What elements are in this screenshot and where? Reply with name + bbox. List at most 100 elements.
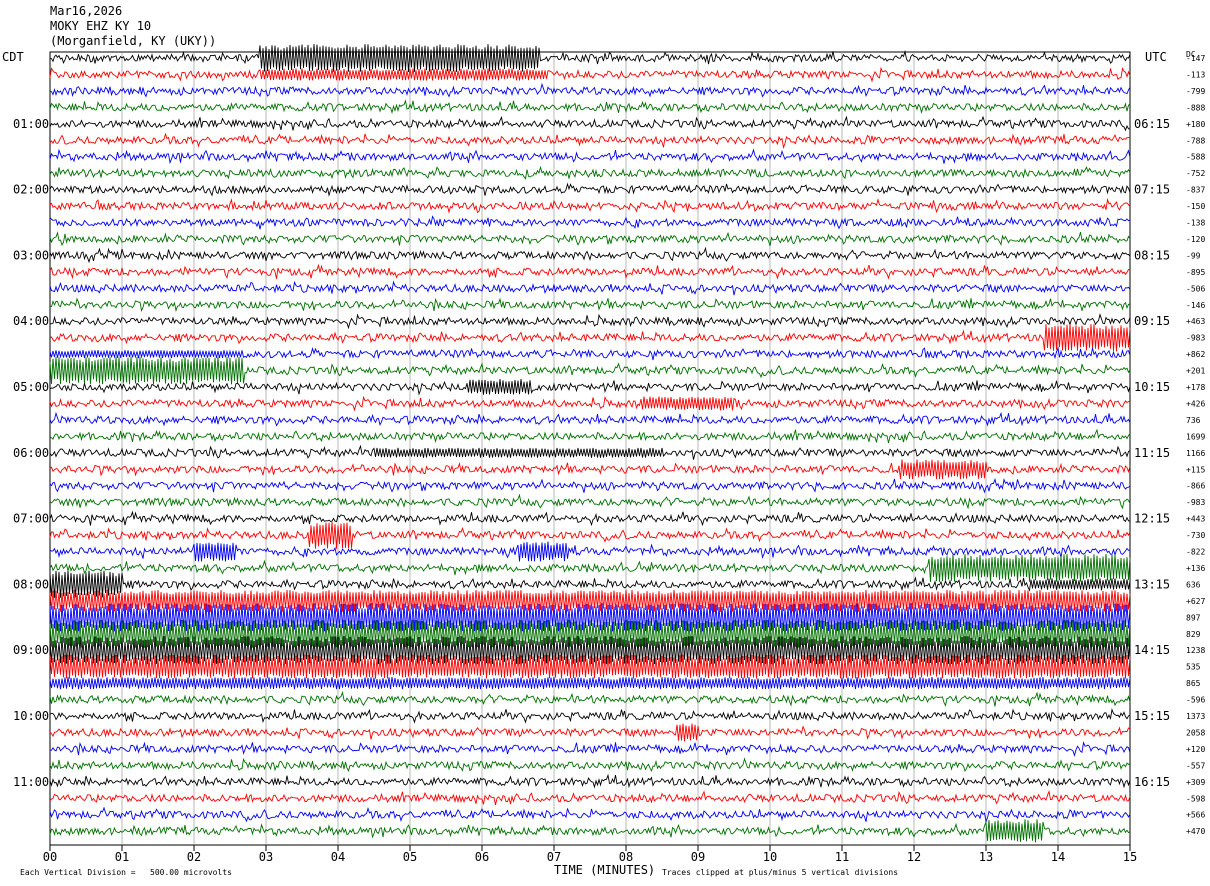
trace-27 bbox=[49, 477, 1131, 494]
trace-32 bbox=[49, 553, 1131, 582]
helicorder-plot: 00 01 02 03 04 05 06 07 08 09 10 11 12 13 14 15-147-113… bbox=[13, 44, 1205, 864]
trace-7 bbox=[49, 148, 1131, 165]
utc-hour-label: 07:15 bbox=[1134, 183, 1170, 197]
x-tick-label: 07 bbox=[547, 850, 561, 864]
dc-offset-label: 1373 bbox=[1186, 712, 1205, 721]
x-tick-label: 12 bbox=[907, 850, 921, 864]
trace-29 bbox=[49, 510, 1131, 527]
dc-offset-label: -113 bbox=[1186, 70, 1205, 79]
x-tick-label: 04 bbox=[331, 850, 345, 864]
dc-offset-label: +120 bbox=[1186, 745, 1205, 754]
trace-9 bbox=[49, 182, 1131, 197]
dc-offset-label: -596 bbox=[1186, 696, 1205, 705]
trace-17 bbox=[49, 312, 1131, 330]
dc-offset-label: 1166 bbox=[1186, 449, 1205, 458]
x-tick-label: 08 bbox=[619, 850, 633, 864]
dc-offset-label: +136 bbox=[1186, 564, 1205, 573]
dc-offset-label: -888 bbox=[1186, 103, 1205, 112]
dc-offset-label: -983 bbox=[1186, 498, 1205, 507]
x-axis-title: TIME (MINUTES) bbox=[554, 863, 656, 877]
dc-offset-label: -983 bbox=[1186, 334, 1205, 343]
trace-15 bbox=[49, 280, 1131, 296]
dc-offset-label: -99 bbox=[1186, 251, 1201, 260]
utc-label: UTC bbox=[1145, 50, 1167, 64]
trace-6 bbox=[49, 132, 1130, 150]
trace-45 bbox=[49, 773, 1131, 789]
trace-42 bbox=[49, 723, 1131, 742]
dc-offset-label: -138 bbox=[1186, 219, 1205, 228]
trace-18 bbox=[49, 324, 1131, 352]
dc-offset-label: -788 bbox=[1186, 136, 1205, 145]
dc-offset-label: +470 bbox=[1186, 827, 1205, 836]
x-tick-label: 11 bbox=[835, 850, 849, 864]
x-tick-label: 01 bbox=[115, 850, 129, 864]
dc-offset-label: +627 bbox=[1186, 597, 1205, 606]
trace-22 bbox=[49, 395, 1131, 412]
dc-label: DC bbox=[1186, 50, 1196, 59]
dc-offset-label: +463 bbox=[1186, 317, 1205, 326]
x-tick-label: 00 bbox=[43, 850, 57, 864]
dc-offset-label: -752 bbox=[1186, 169, 1205, 178]
trace-46 bbox=[49, 790, 1131, 805]
dc-offset-label: 1238 bbox=[1186, 646, 1205, 655]
x-tick-label: 14 bbox=[1051, 850, 1065, 864]
cdt-hour-label: 05:00 bbox=[13, 380, 49, 394]
dc-offset-label: -588 bbox=[1186, 153, 1205, 162]
dc-offset-label: 736 bbox=[1186, 416, 1201, 425]
dc-offset-label: +178 bbox=[1186, 383, 1205, 392]
dc-offset-label: -120 bbox=[1186, 235, 1205, 244]
chart-location: (Morganfield, KY (UKY)) bbox=[50, 34, 217, 48]
utc-hour-label: 09:15 bbox=[1134, 314, 1170, 328]
trace-19 bbox=[49, 346, 1131, 361]
trace-10 bbox=[49, 197, 1131, 214]
clip-note: Traces clipped at plus/minus 5 vertical … bbox=[662, 868, 899, 877]
cdt-hour-label: 04:00 bbox=[13, 314, 49, 328]
trace-25 bbox=[49, 444, 1131, 460]
trace-20 bbox=[49, 356, 1131, 385]
utc-hour-label: 14:15 bbox=[1134, 643, 1170, 657]
trace-48 bbox=[49, 819, 1131, 843]
utc-hour-label: 08:15 bbox=[1134, 248, 1170, 262]
dc-offset-label: -895 bbox=[1186, 268, 1205, 277]
x-tick-label: 03 bbox=[259, 850, 273, 864]
dc-offset-label: -598 bbox=[1186, 794, 1205, 803]
dc-offset-label: +566 bbox=[1186, 811, 1205, 820]
cdt-hour-label: 02:00 bbox=[13, 183, 49, 197]
trace-5 bbox=[49, 115, 1131, 132]
utc-hour-label: 16:15 bbox=[1134, 775, 1170, 789]
dc-offset-label: +201 bbox=[1186, 367, 1205, 376]
x-tick-label: 06 bbox=[475, 850, 489, 864]
cdt-hour-label: 11:00 bbox=[13, 775, 49, 789]
cdt-hour-label: 06:00 bbox=[13, 446, 49, 460]
trace-41 bbox=[49, 708, 1131, 724]
utc-hour-label: 15:15 bbox=[1134, 709, 1170, 723]
dc-offset-label: 865 bbox=[1186, 679, 1201, 688]
dc-offset-label: -150 bbox=[1186, 202, 1205, 211]
x-tick-label: 13 bbox=[979, 850, 993, 864]
trace-13 bbox=[49, 246, 1131, 264]
dc-offset-label: +309 bbox=[1186, 778, 1205, 787]
dc-offset-label: -146 bbox=[1186, 301, 1205, 310]
trace-21 bbox=[49, 379, 1131, 396]
trace-47 bbox=[49, 806, 1131, 824]
trace-14 bbox=[49, 263, 1131, 280]
utc-hour-label: 11:15 bbox=[1134, 446, 1170, 460]
x-tick-label: 09 bbox=[691, 850, 705, 864]
dc-offset-label: +443 bbox=[1186, 515, 1205, 524]
utc-hour-label: 12:15 bbox=[1134, 512, 1170, 526]
trace-11 bbox=[49, 215, 1131, 230]
trace-8 bbox=[49, 165, 1131, 180]
trace-44 bbox=[49, 757, 1131, 773]
dc-offset-label: +115 bbox=[1186, 465, 1205, 474]
trace-2 bbox=[49, 66, 1131, 83]
trace-40 bbox=[49, 690, 1131, 707]
chart-date: Mar16,2026 bbox=[50, 4, 123, 18]
dc-offset-label: -837 bbox=[1186, 186, 1205, 195]
cdt-hour-label: 09:00 bbox=[13, 643, 49, 657]
trace-12 bbox=[49, 231, 1131, 247]
cdt-hour-label: 01:00 bbox=[13, 117, 49, 131]
dc-offset-label: 535 bbox=[1186, 663, 1201, 672]
x-tick-label: 05 bbox=[403, 850, 417, 864]
utc-hour-label: 06:15 bbox=[1134, 117, 1170, 131]
utc-hour-label: 13:15 bbox=[1134, 577, 1170, 591]
